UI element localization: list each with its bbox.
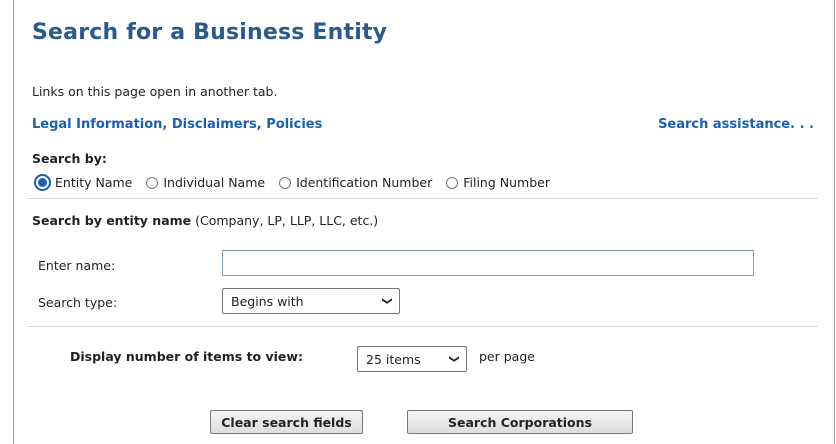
clear-search-fields-button[interactable]: Clear search fields — [210, 410, 363, 434]
page-title: Search for a Business Entity — [32, 20, 388, 45]
radio-label: Filing Number — [463, 175, 550, 190]
display-items-label: Display number of items to view: — [70, 349, 303, 364]
tab-note: Links on this page open in another tab. — [32, 84, 278, 99]
per-page-label: per page — [479, 349, 535, 364]
search-type-label: Search type: — [38, 295, 118, 310]
radio-unselected-icon[interactable] — [279, 176, 292, 189]
section-heading: Search by entity name (Company, LP, LLP,… — [32, 213, 378, 228]
search-corporations-button[interactable]: Search Corporations — [407, 410, 633, 434]
search-by-radio-group: Entity Name Individual Name Identificati… — [34, 174, 564, 191]
enter-name-label: Enter name: — [38, 258, 116, 273]
search-type-select[interactable]: Begins with ❯ — [222, 288, 400, 314]
radio-option-filing-number[interactable]: Filing Number — [446, 175, 550, 190]
section-heading-note: (Company, LP, LLP, LLC, etc.) — [191, 213, 379, 228]
radio-option-individual-name[interactable]: Individual Name — [146, 175, 265, 190]
search-type-value: Begins with — [231, 293, 304, 309]
chevron-down-icon: ❯ — [448, 354, 460, 364]
divider — [28, 326, 818, 327]
radio-selected-icon[interactable] — [34, 174, 51, 191]
legal-info-link[interactable]: Legal Information, Disclaimers, Policies — [32, 117, 322, 132]
section-heading-bold: Search by entity name — [32, 213, 192, 228]
chevron-down-icon: ❯ — [381, 296, 393, 306]
radio-option-identification-number[interactable]: Identification Number — [279, 175, 432, 190]
radio-unselected-icon[interactable] — [446, 176, 459, 189]
divider — [28, 198, 818, 199]
radio-label: Entity Name — [55, 175, 133, 190]
entity-name-input[interactable] — [222, 250, 754, 276]
radio-option-entity-name[interactable]: Entity Name — [34, 174, 132, 191]
search-assistance-link[interactable]: Search assistance. . . — [658, 117, 814, 132]
radio-label: Individual Name — [163, 175, 266, 190]
items-per-page-value: 25 items — [366, 351, 421, 367]
radio-unselected-icon[interactable] — [146, 176, 159, 189]
radio-label: Identification Number — [296, 175, 433, 190]
search-by-label: Search by: — [32, 151, 107, 166]
items-per-page-select[interactable]: 25 items ❯ — [357, 346, 467, 372]
